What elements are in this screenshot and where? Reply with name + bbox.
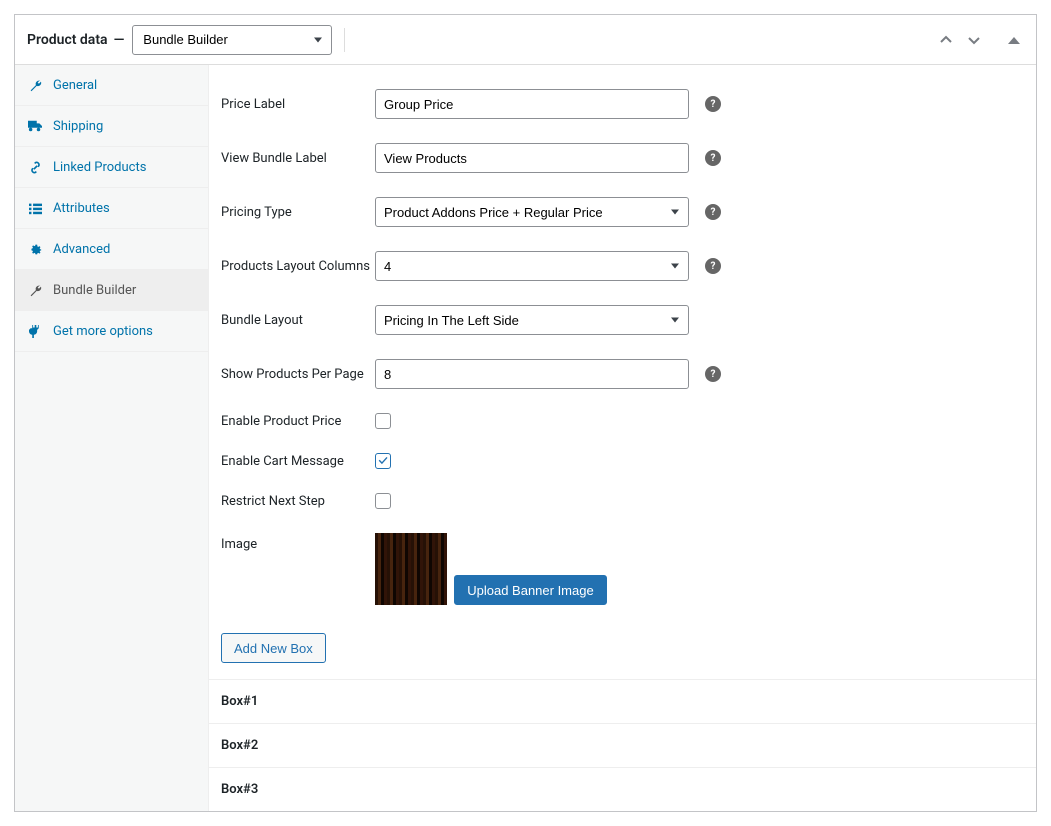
panel-header: Product data — Bundle Builder [15,15,1036,65]
title-dash: — [114,32,125,48]
tab-label: General [53,78,97,93]
restrict-next-step-label: Restrict Next Step [221,494,375,509]
price-label-label: Price Label [221,97,375,112]
box-row[interactable]: Box#3 [209,767,1036,811]
banner-thumbnail[interactable] [375,533,447,605]
product-data-panel: Product data — Bundle Builder General Sh… [14,14,1037,812]
enable-cart-message-label: Enable Cart Message [221,454,375,469]
help-icon[interactable]: ? [705,366,721,382]
help-icon[interactable]: ? [705,258,721,274]
list-icon [27,200,43,216]
per-page-input[interactable] [375,359,689,389]
box-row[interactable]: Box#2 [209,723,1036,767]
tab-label: Shipping [53,119,103,134]
bundle-layout-label: Bundle Layout [221,313,375,328]
help-icon[interactable]: ? [705,150,721,166]
help-icon[interactable]: ? [705,204,721,220]
product-data-tabs: General Shipping Linked Products Attribu… [15,65,209,811]
box-title: Box#3 [221,782,258,797]
pricing-type-label: Pricing Type [221,205,375,220]
gear-icon [27,241,43,257]
collapse-icon[interactable] [1004,30,1024,50]
tab-label: Advanced [53,242,110,257]
bundle-layout-select[interactable]: Pricing In The Left Side [375,305,689,335]
pricing-type-select[interactable]: Product Addons Price + Regular Price [375,197,689,227]
tab-label: Attributes [53,201,110,216]
panel-header-controls [936,30,1024,50]
tab-get-more-options[interactable]: Get more options [15,311,208,352]
tab-label: Bundle Builder [53,283,136,298]
tab-label: Get more options [53,324,153,339]
header-divider [344,28,345,52]
box-title: Box#2 [221,738,258,753]
add-new-box-button[interactable]: Add New Box [221,633,326,663]
tab-general[interactable]: General [15,65,208,106]
layout-columns-label: Products Layout Columns [221,259,375,274]
layout-columns-select[interactable]: 4 [375,251,689,281]
enable-cart-message-checkbox[interactable] [375,453,391,469]
chevron-down-icon[interactable] [964,30,984,50]
box-title: Box#1 [221,694,258,709]
upload-banner-button[interactable]: Upload Banner Image [454,575,606,605]
tab-shipping[interactable]: Shipping [15,106,208,147]
wrench-icon [27,282,43,298]
panel-title: Product data [27,32,108,48]
wrench-icon [27,77,43,93]
box-row[interactable]: Box#1 [209,679,1036,723]
view-bundle-label-input[interactable] [375,143,689,173]
enable-product-price-checkbox[interactable] [375,413,391,429]
enable-product-price-label: Enable Product Price [221,414,375,429]
truck-icon [27,118,43,134]
tab-advanced[interactable]: Advanced [15,229,208,270]
view-bundle-label-label: View Bundle Label [221,151,375,166]
help-icon[interactable]: ? [705,96,721,112]
bundle-builder-content: Price Label ? View Bundle Label ? Pricin… [209,65,1036,811]
product-type-select[interactable]: Bundle Builder [132,25,332,55]
link-icon [27,159,43,175]
chevron-up-icon[interactable] [936,30,956,50]
tab-linked-products[interactable]: Linked Products [15,147,208,188]
restrict-next-step-checkbox[interactable] [375,493,391,509]
tab-attributes[interactable]: Attributes [15,188,208,229]
image-label: Image [221,533,375,552]
tab-bundle-builder[interactable]: Bundle Builder [15,270,208,311]
per-page-label: Show Products Per Page [221,367,375,382]
plugin-icon [27,323,43,339]
price-label-input[interactable] [375,89,689,119]
tab-label: Linked Products [53,160,146,175]
